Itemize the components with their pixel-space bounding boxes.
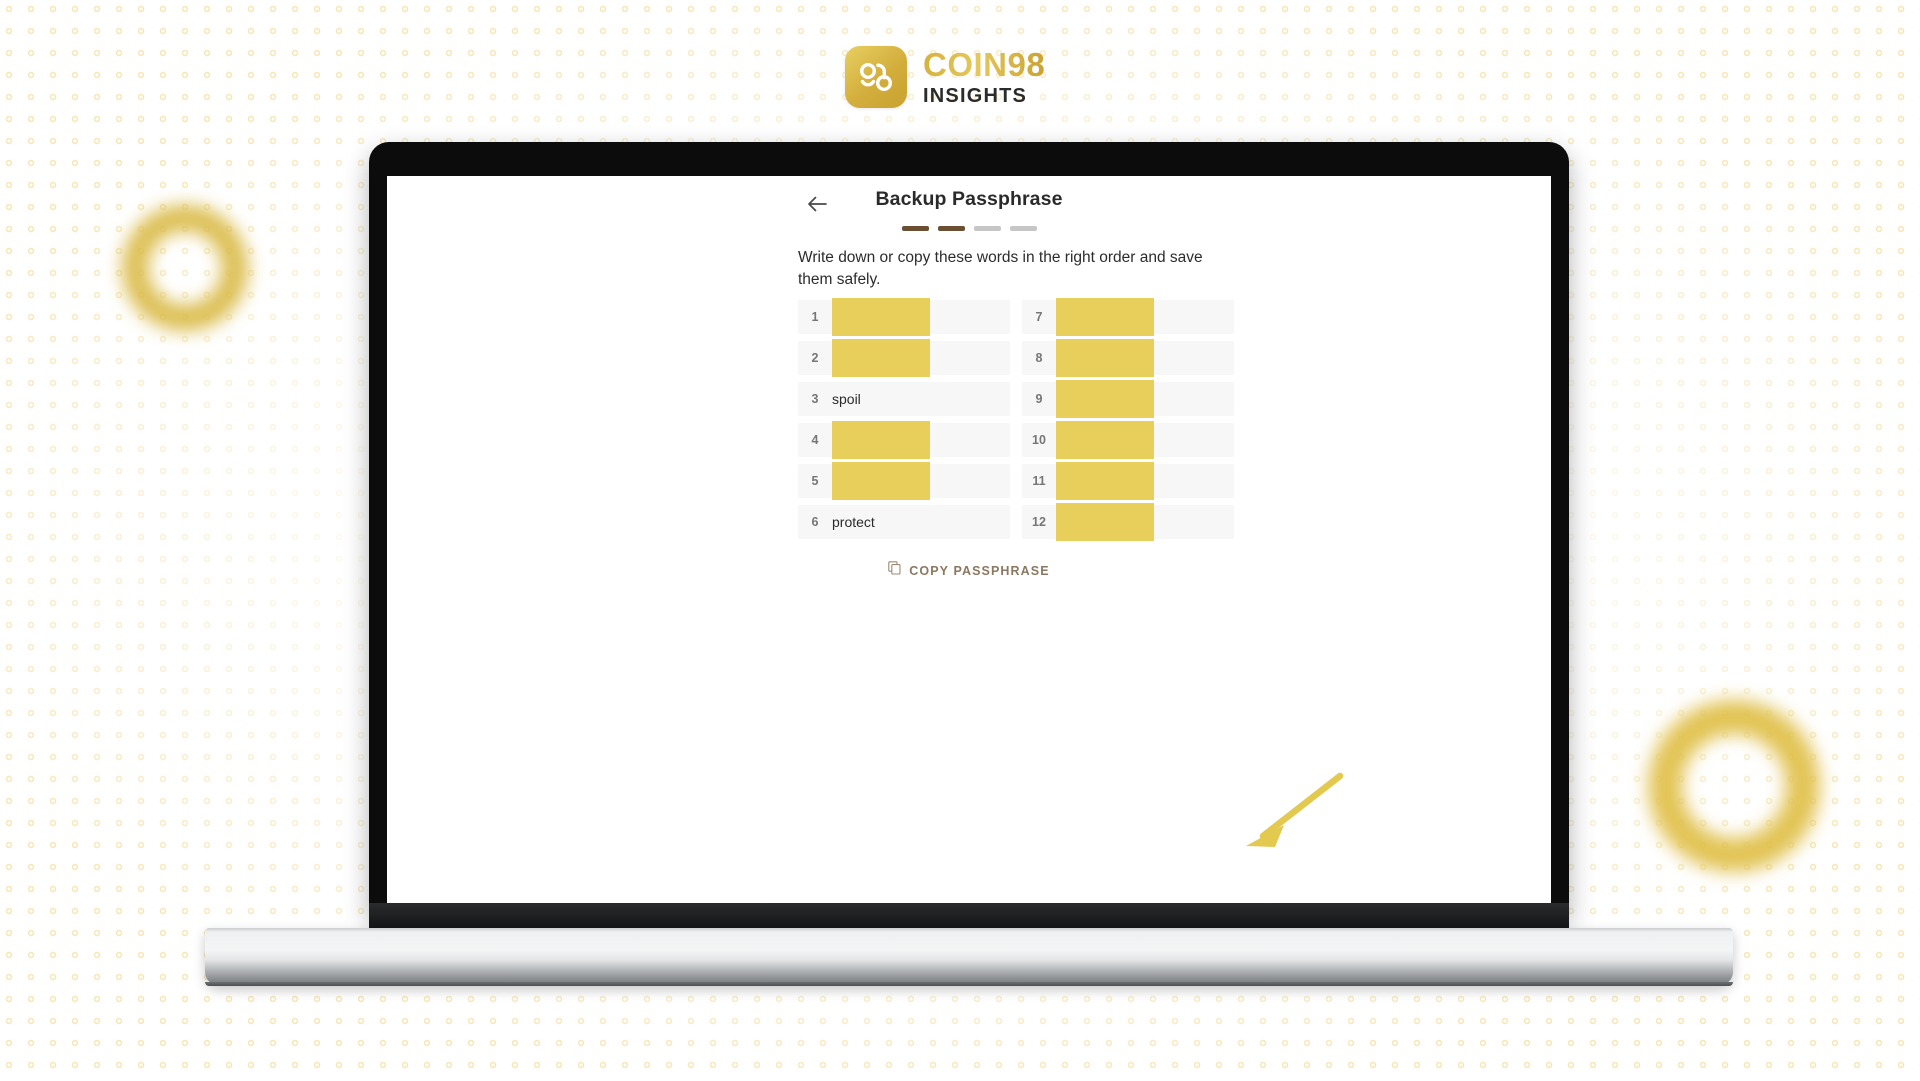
passphrase-row: 7 xyxy=(1022,298,1234,336)
redaction-overlay xyxy=(1056,339,1154,377)
copy-passphrase-button[interactable]: COPY PASSPHRASE xyxy=(387,561,1551,580)
step-dash-2 xyxy=(937,226,965,231)
redaction-overlay xyxy=(1056,503,1154,541)
step-dash-4 xyxy=(1009,226,1037,231)
passphrase-index: 4 xyxy=(811,433,819,447)
coin98-glyph-icon xyxy=(845,46,907,108)
wallet-app: Backup Passphrase Write down or copy the… xyxy=(387,176,1551,907)
redaction-overlay xyxy=(832,462,930,500)
step-indicator xyxy=(387,226,1551,231)
passphrase-row: 2 xyxy=(798,339,1010,377)
passphrase-index: 1 xyxy=(811,310,819,324)
passphrase-row: 5 xyxy=(798,462,1010,500)
brand-logo: COIN98 INSIGHTS xyxy=(845,46,1045,108)
brand-title: COIN98 xyxy=(923,46,1046,83)
laptop-screen: Backup Passphrase Write down or copy the… xyxy=(387,176,1551,907)
passphrase-row: 4 xyxy=(798,421,1010,459)
passphrase-index: 3 xyxy=(811,392,819,406)
passphrase-row: 3 spoil xyxy=(798,382,1010,416)
passphrase-index: 11 xyxy=(1032,474,1046,488)
passphrase-index: 2 xyxy=(811,351,819,365)
passphrase-word: protect xyxy=(832,514,875,530)
passphrase-index: 10 xyxy=(1032,433,1046,447)
brand-subtitle: INSIGHTS xyxy=(923,85,1028,107)
step-dash-3 xyxy=(973,226,1001,231)
passphrase-index: 6 xyxy=(811,515,819,529)
passphrase-index: 5 xyxy=(811,474,819,488)
laptop-base-edge xyxy=(205,982,1733,986)
passphrase-index: 7 xyxy=(1035,310,1043,324)
redaction-overlay xyxy=(1056,298,1154,336)
redaction-overlay xyxy=(832,339,930,377)
passphrase-row: 6 protect xyxy=(798,505,1010,539)
redaction-overlay xyxy=(832,421,930,459)
instruction-text: Write down or copy these words in the ri… xyxy=(798,249,1203,288)
brand-text: COIN98 INSIGHTS xyxy=(923,48,1045,106)
passphrase-row: 1 xyxy=(798,298,1010,336)
redaction-overlay xyxy=(1056,462,1154,500)
passphrase-row: 9 xyxy=(1022,380,1234,418)
page-root: COIN98 INSIGHTS Backup Passphrase Write … xyxy=(0,0,1920,1081)
redaction-overlay xyxy=(1056,380,1154,418)
passphrase-index: 12 xyxy=(1032,515,1046,529)
passphrase-word: spoil xyxy=(832,391,861,407)
copy-icon xyxy=(888,561,901,580)
gold-ring-decoration-left xyxy=(122,205,248,331)
laptop-base xyxy=(205,928,1733,985)
redaction-overlay xyxy=(832,298,930,336)
passphrase-row: 11 xyxy=(1022,462,1234,500)
gold-ring-decoration-right xyxy=(1648,700,1820,872)
copy-passphrase-label: COPY PASSPHRASE xyxy=(909,563,1050,578)
passphrase-index: 8 xyxy=(1035,351,1043,365)
passphrase-index: 9 xyxy=(1035,392,1043,406)
passphrase-row: 12 xyxy=(1022,503,1234,541)
redaction-overlay xyxy=(1056,421,1154,459)
step-dash-1 xyxy=(901,226,929,231)
passphrase-row: 8 xyxy=(1022,339,1234,377)
page-title: Backup Passphrase xyxy=(875,188,1063,210)
passphrase-grid: 1 7 2 8 3 spoil 9 4 10 5 11 6 protect 12 xyxy=(798,298,1234,541)
passphrase-row: 10 xyxy=(1022,421,1234,459)
